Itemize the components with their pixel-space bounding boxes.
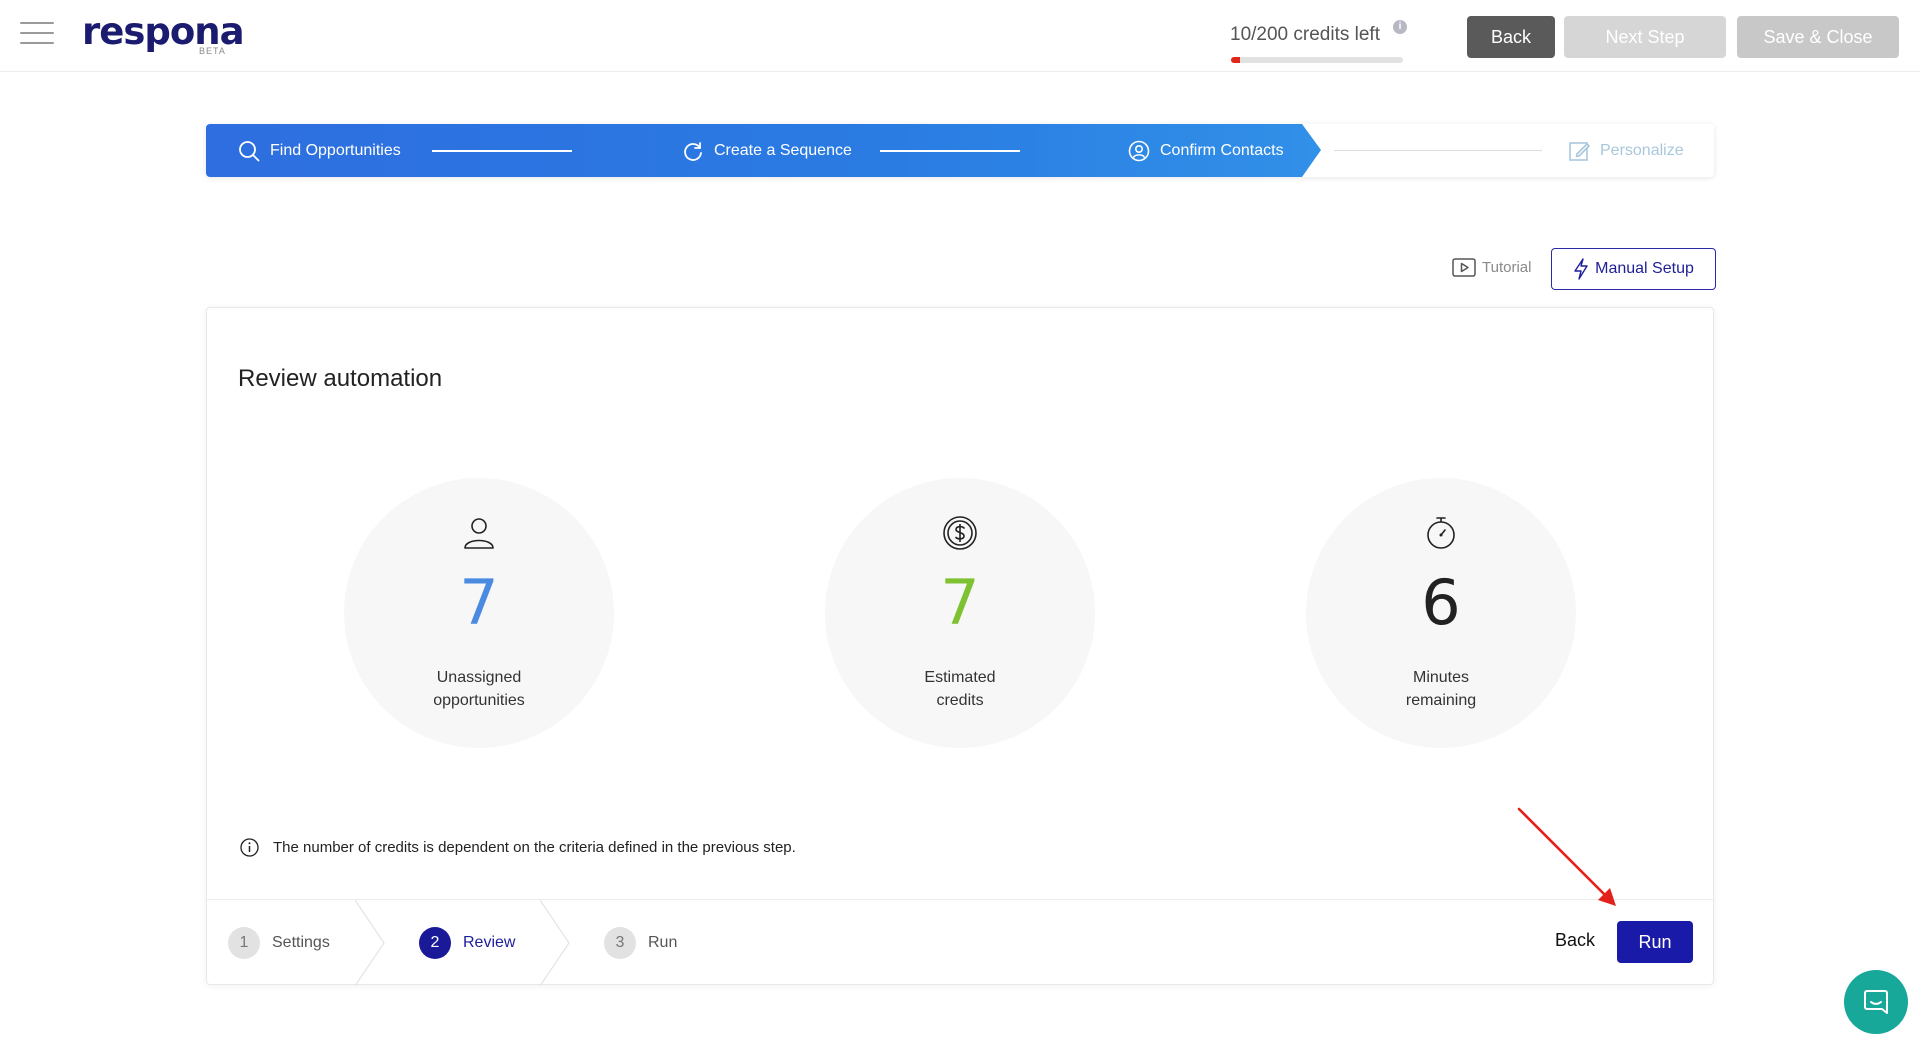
tutorial-link[interactable]: Tutorial	[1452, 258, 1531, 277]
top-bar: respona BETA 10/200 credits left i Back …	[0, 0, 1920, 72]
stepper-connector	[432, 150, 572, 152]
stat-label: Estimated credits	[825, 666, 1095, 712]
step-label: Settings	[272, 934, 330, 951]
refresh-icon	[684, 141, 702, 161]
stepper-step-label: Create a Sequence	[714, 141, 852, 159]
info-circle-icon	[240, 838, 259, 857]
credits-note-text: The number of credits is dependent on th…	[273, 839, 796, 856]
credits-progress-fill	[1231, 57, 1240, 63]
back-button[interactable]: Back	[1467, 16, 1555, 58]
run-button[interactable]: Run	[1617, 921, 1693, 963]
progress-stepper: Find Opportunities Create a Sequence Con…	[206, 124, 1714, 177]
wizard-step-run[interactable]: 3 Run	[604, 900, 677, 986]
next-step-button[interactable]: Next Step	[1564, 16, 1726, 58]
stat-estimated-credits: 7 Estimated credits	[825, 478, 1095, 748]
dollar-coin-icon	[943, 516, 977, 550]
stat-value: 7	[940, 566, 980, 639]
stat-value: 6	[1421, 566, 1461, 639]
menu-icon[interactable]	[20, 22, 54, 44]
stepper-connector	[1334, 150, 1542, 151]
info-icon[interactable]: i	[1393, 20, 1407, 34]
save-close-button[interactable]: Save & Close	[1737, 16, 1899, 58]
credits-progress-bar	[1231, 57, 1403, 63]
edit-icon	[1569, 141, 1590, 161]
step-number: 2	[419, 927, 451, 959]
chat-icon	[1864, 990, 1888, 1014]
stat-unassigned-opportunities: 7 Unassigned opportunities	[344, 478, 614, 748]
stepper-step-label: Find Opportunities	[270, 141, 401, 159]
stepper-step-confirm-contacts[interactable]: Confirm Contacts	[1128, 124, 1284, 177]
stat-value: 7	[459, 566, 499, 639]
stat-label-line: remaining	[1405, 692, 1477, 709]
chat-launcher-button[interactable]	[1844, 970, 1908, 1034]
wizard-footer: 1 Settings 2 Review 3 Run Back Run	[207, 899, 1713, 986]
step-number: 1	[228, 927, 260, 959]
stepper-connector	[880, 150, 1020, 152]
stat-minutes-remaining: 6 Minutes remaining	[1306, 478, 1576, 748]
step-divider-chevron	[355, 900, 385, 986]
stat-label-line: Unassigned	[436, 669, 522, 686]
footer-back-button[interactable]: Back	[1555, 930, 1595, 951]
logo-badge: BETA	[199, 46, 226, 56]
credits-left: 10/200 credits left	[1230, 24, 1380, 45]
wizard-step-review[interactable]: 2 Review	[419, 900, 515, 986]
stat-label: Unassigned opportunities	[344, 666, 614, 712]
manual-setup-label: Manual Setup	[1595, 260, 1694, 277]
credits-note: The number of credits is dependent on th…	[240, 838, 796, 857]
user-icon	[464, 518, 494, 549]
manual-setup-button[interactable]: Manual Setup	[1551, 248, 1716, 290]
annotation-arrow	[1517, 807, 1616, 906]
stepper-step-label: Personalize	[1600, 141, 1684, 159]
stepper-step-personalize[interactable]: Personalize	[1568, 124, 1684, 177]
stat-label-line: Minutes	[1412, 669, 1470, 686]
stat-label-line: Estimated	[924, 669, 996, 686]
video-play-icon	[1452, 258, 1476, 277]
stepper-step-find-opportunities[interactable]: Find Opportunities	[238, 124, 401, 177]
step-label: Run	[648, 934, 678, 951]
search-icon	[239, 140, 260, 161]
stepper-step-label: Confirm Contacts	[1160, 141, 1284, 159]
stat-label: Minutes remaining	[1306, 666, 1576, 712]
stat-label-line: opportunities	[433, 692, 525, 709]
stat-label-line: credits	[936, 692, 984, 709]
stopwatch-icon	[1427, 517, 1455, 549]
user-circle-icon	[1128, 140, 1150, 161]
step-label: Review	[463, 934, 516, 951]
step-number: 3	[604, 927, 636, 959]
stepper-step-create-sequence[interactable]: Create a Sequence	[682, 124, 852, 177]
wizard-step-settings[interactable]: 1 Settings	[228, 900, 330, 986]
lightning-icon	[1574, 258, 1588, 280]
tutorial-label: Tutorial	[1482, 259, 1532, 276]
page-title: Review automation	[238, 365, 443, 392]
step-divider-chevron	[540, 900, 570, 986]
review-card: Review automation 7 Unassigned opportunit…	[206, 307, 1714, 986]
